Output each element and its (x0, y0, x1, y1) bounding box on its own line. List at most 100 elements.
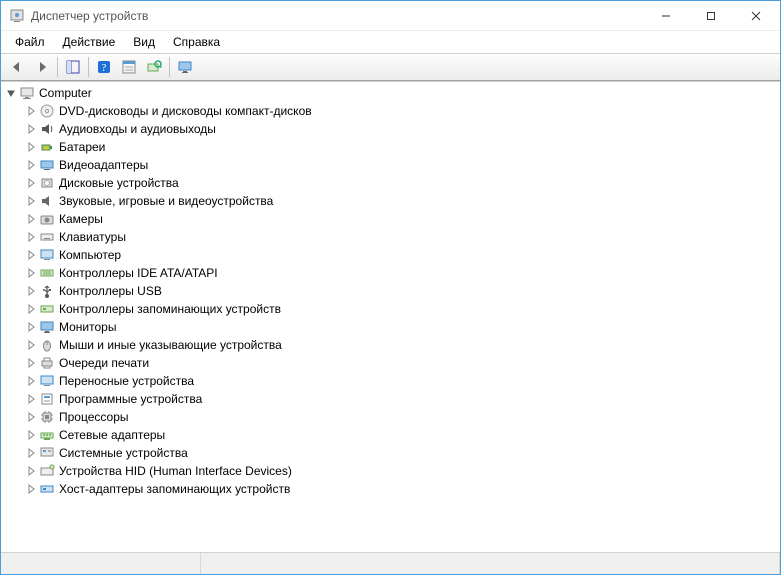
dvd-icon (39, 103, 55, 119)
tree-category-node[interactable]: Программные устройства (25, 390, 780, 408)
tree-category-node[interactable]: Батареи (25, 138, 780, 156)
caret-right-icon[interactable] (25, 141, 37, 153)
tree-category-label: Программные устройства (59, 392, 202, 406)
tree-category-node[interactable]: Мыши и иные указывающие устройства (25, 336, 780, 354)
caret-right-icon[interactable] (25, 411, 37, 423)
menu-help[interactable]: Справка (165, 33, 228, 51)
caret-right-icon[interactable] (25, 375, 37, 387)
tree-category-label: Звуковые, игровые и видеоустройства (59, 194, 273, 208)
toolbar-scan-button[interactable] (142, 56, 166, 78)
portable-icon (39, 373, 55, 389)
statusbar-panel (1, 553, 201, 574)
computer-icon (39, 247, 55, 263)
minimize-button[interactable] (643, 1, 688, 30)
titlebar: Диспетчер устройств (1, 1, 780, 31)
tree-category-node[interactable]: DVD-дисководы и дисководы компакт-дисков (25, 102, 780, 120)
tree-category-label: Сетевые адаптеры (59, 428, 165, 442)
window-title: Диспетчер устройств (31, 9, 643, 23)
caret-right-icon[interactable] (25, 465, 37, 477)
tree-category-node[interactable]: Процессоры (25, 408, 780, 426)
caret-right-icon[interactable] (25, 321, 37, 333)
toolbar-showhide-button[interactable] (61, 56, 85, 78)
tree-category-node[interactable]: Камеры (25, 210, 780, 228)
tree-category-label: Контроллеры USB (59, 284, 162, 298)
caret-right-icon[interactable] (25, 105, 37, 117)
caret-right-icon[interactable] (25, 285, 37, 297)
tree-category-node[interactable]: Хост-адаптеры запоминающих устройств (25, 480, 780, 498)
tree-category-node[interactable]: Мониторы (25, 318, 780, 336)
tree-children: DVD-дисководы и дисководы компакт-дисков… (5, 102, 780, 498)
tree-category-node[interactable]: Контроллеры запоминающих устройств (25, 300, 780, 318)
caret-right-icon[interactable] (25, 213, 37, 225)
menu-action[interactable]: Действие (55, 33, 124, 51)
tree-category-node[interactable]: Контроллеры IDE ATA/ATAPI (25, 264, 780, 282)
toolbar-back-button[interactable] (5, 56, 29, 78)
caret-right-icon[interactable] (25, 339, 37, 351)
statusbar (1, 552, 780, 574)
toolbar: ? (1, 53, 780, 81)
caret-right-icon[interactable] (25, 393, 37, 405)
audio-icon (39, 121, 55, 137)
tree-category-node[interactable]: Аудиовходы и аудиовыходы (25, 120, 780, 138)
caret-right-icon[interactable] (25, 195, 37, 207)
svg-text:?: ? (102, 62, 107, 74)
toolbar-display-button[interactable] (173, 56, 197, 78)
tree-category-label: Аудиовходы и аудиовыходы (59, 122, 216, 136)
tree-category-node[interactable]: Клавиатуры (25, 228, 780, 246)
statusbar-panel (201, 553, 780, 574)
caret-right-icon[interactable] (25, 159, 37, 171)
tree-category-node[interactable]: Звуковые, игровые и видеоустройства (25, 192, 780, 210)
tree-category-label: Компьютер (59, 248, 121, 262)
menu-view[interactable]: Вид (125, 33, 163, 51)
caret-right-icon[interactable] (25, 483, 37, 495)
tree-category-node[interactable]: Очереди печати (25, 354, 780, 372)
menu-file[interactable]: Файл (7, 33, 53, 51)
sound-icon (39, 193, 55, 209)
tree-category-node[interactable]: Сетевые адаптеры (25, 426, 780, 444)
caret-down-icon[interactable] (5, 87, 17, 99)
toolbar-separator (88, 57, 89, 77)
monitor-icon (39, 319, 55, 335)
caret-right-icon[interactable] (25, 267, 37, 279)
usb-icon (39, 283, 55, 299)
toolbar-help-button[interactable]: ? (92, 56, 116, 78)
caret-right-icon[interactable] (25, 231, 37, 243)
tree-category-node[interactable]: Устройства HID (Human Interface Devices) (25, 462, 780, 480)
tree-root-label: Computer (39, 86, 92, 100)
tree-category-label: Переносные устройства (59, 374, 194, 388)
tree-category-label: Контроллеры IDE ATA/ATAPI (59, 266, 218, 280)
caret-right-icon[interactable] (25, 123, 37, 135)
device-tree[interactable]: Computer DVD-дисководы и дисководы компа… (1, 81, 780, 552)
tree-category-node[interactable]: Контроллеры USB (25, 282, 780, 300)
maximize-button[interactable] (688, 1, 733, 30)
cpu-icon (39, 409, 55, 425)
caret-right-icon[interactable] (25, 357, 37, 369)
toolbar-properties-button[interactable] (117, 56, 141, 78)
software-device-icon (39, 391, 55, 407)
keyboard-icon (39, 229, 55, 245)
device-manager-window: Диспетчер устройств Файл Действие Вид Сп… (0, 0, 781, 575)
tree-category-node[interactable]: Дисковые устройства (25, 174, 780, 192)
tree-category-node[interactable]: Переносные устройства (25, 372, 780, 390)
tree-category-node[interactable]: Системные устройства (25, 444, 780, 462)
tree-category-label: Камеры (59, 212, 103, 226)
tree-category-label: DVD-дисководы и дисководы компакт-дисков (59, 104, 312, 118)
display-adapter-icon (39, 157, 55, 173)
ide-icon (39, 265, 55, 281)
tree-category-label: Клавиатуры (59, 230, 126, 244)
tree-root-node[interactable]: Computer (5, 84, 780, 102)
tree-category-node[interactable]: Видеоадаптеры (25, 156, 780, 174)
print-queue-icon (39, 355, 55, 371)
window-controls (643, 1, 778, 30)
toolbar-separator (169, 57, 170, 77)
caret-right-icon[interactable] (25, 177, 37, 189)
caret-right-icon[interactable] (25, 429, 37, 441)
hid-icon (39, 463, 55, 479)
caret-right-icon[interactable] (25, 249, 37, 261)
toolbar-forward-button[interactable] (30, 56, 54, 78)
close-button[interactable] (733, 1, 778, 30)
caret-right-icon[interactable] (25, 303, 37, 315)
host-adapter-icon (39, 481, 55, 497)
caret-right-icon[interactable] (25, 447, 37, 459)
tree-category-node[interactable]: Компьютер (25, 246, 780, 264)
